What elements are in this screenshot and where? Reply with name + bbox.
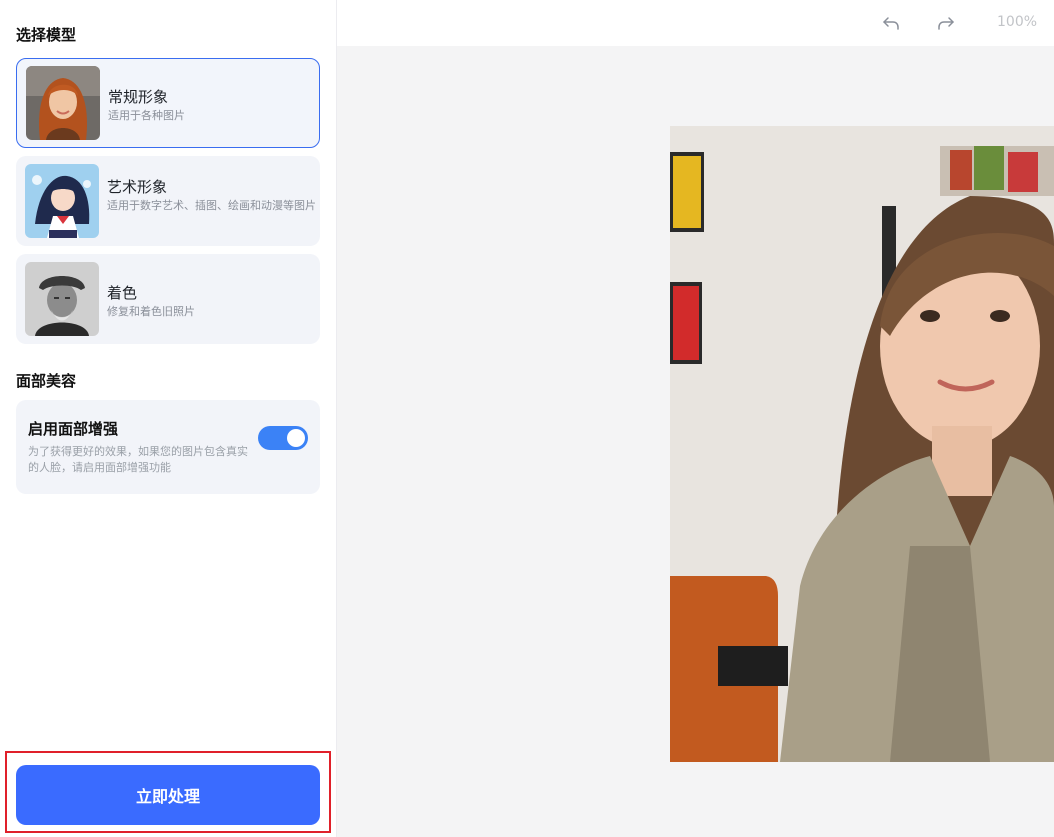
undo-icon[interactable] xyxy=(880,12,902,34)
face-enhance-desc: 为了获得更好的效果，如果您的图片包含真实的人脸，请启用面部增强功能 xyxy=(28,445,248,474)
zoom-level: 100% xyxy=(997,14,1038,30)
model-section-title: 选择模型 xyxy=(16,26,77,44)
model-option-title: 常规形象 xyxy=(108,88,169,106)
model-option-desc: 适用于各种图片 xyxy=(108,109,185,122)
toolbar: 100% xyxy=(337,0,1054,46)
anime-girl-icon xyxy=(25,164,99,238)
model-option-desc: 适用于数字艺术、插图、绘画和动漫等图片 xyxy=(107,199,316,212)
model-option-title: 着色 xyxy=(107,284,138,302)
model-option-colorize[interactable]: 着色 修复和着色旧照片 xyxy=(16,254,320,344)
face-section-title: 面部美容 xyxy=(16,372,77,390)
model-option-regular[interactable]: 常规形象 适用于各种图片 xyxy=(16,58,320,148)
preview-image xyxy=(670,126,1054,762)
redo-icon[interactable] xyxy=(935,12,957,34)
model-option-title: 艺术形象 xyxy=(107,178,168,196)
face-enhance-card: 启用面部增强 为了获得更好的效果，如果您的图片包含真实的人脸，请启用面部增强功能 xyxy=(16,400,320,494)
model-option-art[interactable]: 艺术形象 适用于数字艺术、插图、绘画和动漫等图片 xyxy=(16,156,320,246)
face-enhance-toggle[interactable] xyxy=(258,426,308,450)
process-now-button[interactable]: 立即处理 xyxy=(16,765,320,825)
toggle-knob xyxy=(287,429,305,447)
sidebar: 选择模型 常规形象 适用于各种图片 艺术形象 适用于数字艺术、插图、绘画和动漫等… xyxy=(0,0,337,837)
portrait-redhead-woman-icon xyxy=(26,66,100,140)
old-man-bw-photo-icon xyxy=(25,262,99,336)
face-enhance-title: 启用面部增强 xyxy=(28,420,119,438)
model-option-desc: 修复和着色旧照片 xyxy=(107,305,195,318)
